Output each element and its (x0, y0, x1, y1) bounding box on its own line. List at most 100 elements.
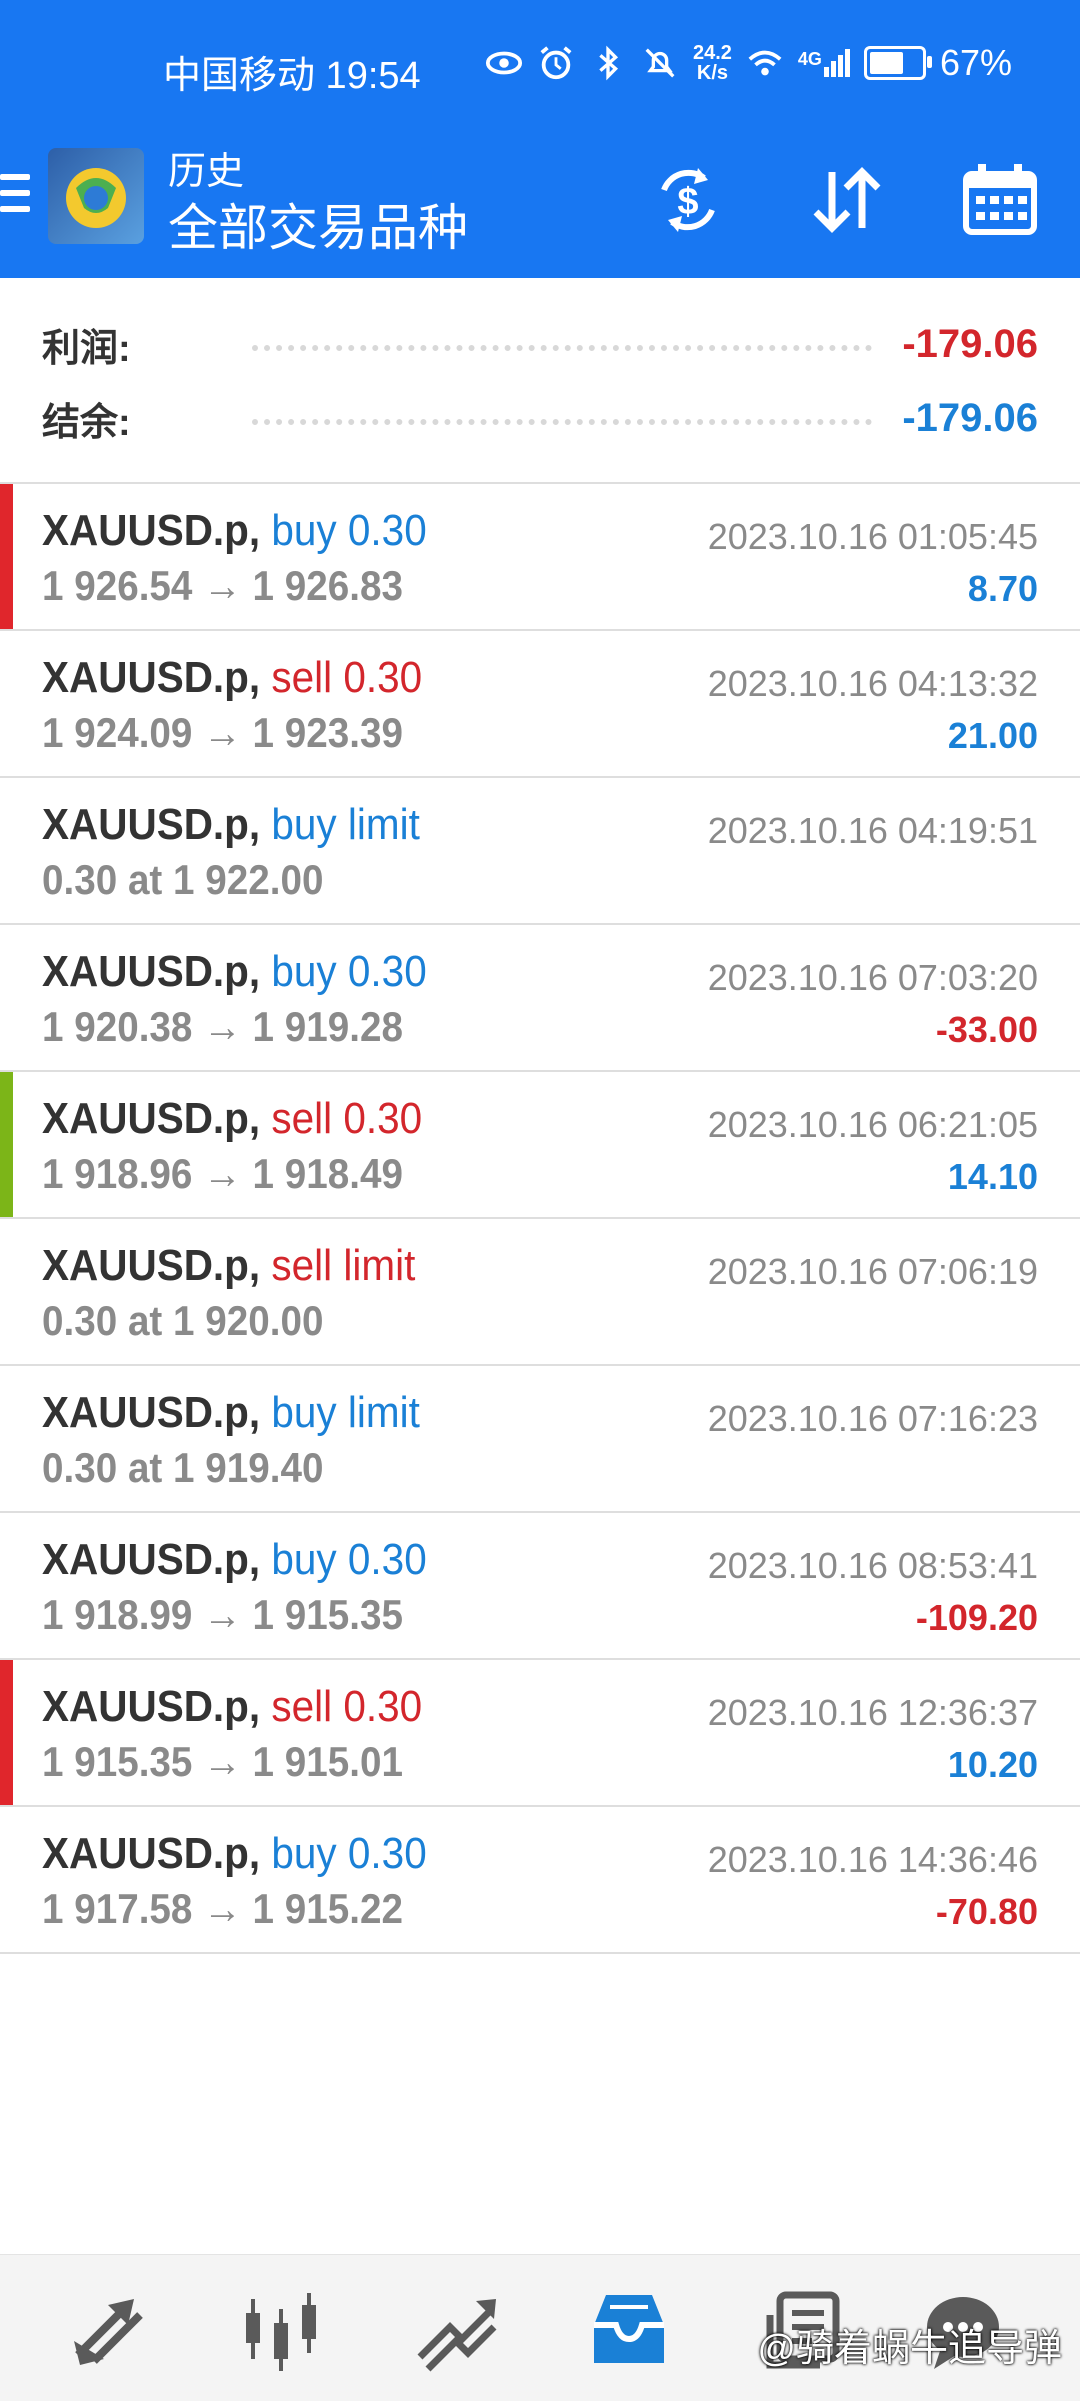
svg-text:$: $ (677, 181, 698, 223)
wifi-icon (748, 50, 782, 76)
balance-label: 结余: (42, 401, 131, 444)
deal-type: buy limit (271, 800, 420, 849)
history-icon[interactable] (584, 2285, 674, 2375)
deal-symbol: XAUUSD.p, (42, 1682, 261, 1731)
currency-swap-icon[interactable]: $ (648, 160, 728, 240)
deal-title: XAUUSD.p, sell 0.30 (42, 1682, 422, 1732)
alarm-icon (540, 46, 572, 80)
deal-time: 2023.10.16 07:03:20 (707, 957, 1038, 998)
deal-title: XAUUSD.p, buy limit (42, 800, 420, 850)
deal-time: 2023.10.16 14:36:46 (707, 1839, 1038, 1880)
symbol-filter[interactable]: 全部交易品种 (168, 188, 468, 260)
balance-row: 结余: -179.06 (42, 388, 1038, 448)
row-marker (0, 925, 13, 1070)
deal-time: 2023.10.16 04:19:51 (707, 810, 1038, 851)
net-speed: 24.2 K/s (693, 43, 732, 83)
deal-row[interactable]: XAUUSD.p, sell 0.30 1 915.35 → 1 915.01 … (0, 1660, 1080, 1807)
deal-time: 2023.10.16 07:06:19 (707, 1251, 1038, 1292)
battery-percent: 67% (939, 42, 1012, 83)
deal-time: 2023.10.16 01:05:45 (707, 516, 1038, 557)
deal-prices: 1 918.96 → 1 918.49 (42, 1150, 403, 1197)
deal-prices: 1 920.38 → 1 919.28 (42, 1003, 403, 1050)
signal-icon: 4G (798, 49, 850, 77)
deal-profit: 10.20 (947, 1744, 1038, 1785)
page-title: 历史 (168, 151, 245, 193)
deal-row[interactable]: XAUUSD.p, sell 0.30 1 918.96 → 1 918.49 … (0, 1072, 1080, 1219)
deal-time: 2023.10.16 08:53:41 (707, 1545, 1038, 1586)
row-marker (0, 484, 13, 629)
app-logo (48, 148, 144, 244)
status-icons: 24.2 K/s 4G 67% (485, 42, 1012, 84)
deal-profit: 8.70 (967, 568, 1038, 609)
deal-prices: 1 917.58 → 1 915.22 (42, 1885, 403, 1932)
deal-prices: 1 915.35 → 1 915.01 (42, 1738, 403, 1785)
deal-type: sell limit (271, 1241, 416, 1290)
app-bar: 历史 全部交易品种 $ (0, 140, 1080, 278)
deal-row[interactable]: XAUUSD.p, buy 0.30 1 917.58 → 1 915.22 2… (0, 1807, 1080, 1954)
deal-symbol: XAUUSD.p, (42, 1829, 261, 1878)
deal-symbol: XAUUSD.p, (42, 947, 261, 996)
deal-type: buy 0.30 (271, 947, 427, 996)
calendar-icon[interactable] (960, 160, 1040, 240)
deal-row[interactable]: XAUUSD.p, buy 0.30 1 926.54 → 1 926.83 2… (0, 484, 1080, 631)
deal-row[interactable]: XAUUSD.p, buy limit 0.30 at 1 919.40 202… (0, 1366, 1080, 1513)
summary-panel: 利润: -179.06 结余: -179.06 (0, 278, 1080, 484)
deal-row[interactable]: XAUUSD.p, sell limit 0.30 at 1 920.00 20… (0, 1219, 1080, 1366)
deal-symbol: XAUUSD.p, (42, 1388, 261, 1437)
deal-symbol: XAUUSD.p, (42, 1241, 261, 1290)
dot-leader (252, 345, 873, 351)
deal-prices: 1 924.09 → 1 923.39 (42, 709, 403, 756)
deal-symbol: XAUUSD.p, (42, 653, 261, 702)
profit-label: 利润: (42, 327, 131, 370)
eye-icon (485, 51, 523, 75)
deal-row[interactable]: XAUUSD.p, sell 0.30 1 924.09 → 1 923.39 … (0, 631, 1080, 778)
deal-title: XAUUSD.p, buy 0.30 (42, 947, 427, 997)
deal-type: buy 0.30 (271, 506, 427, 555)
deal-profit: -33.00 (935, 1009, 1038, 1050)
deal-symbol: XAUUSD.p, (42, 1535, 261, 1584)
deal-title: XAUUSD.p, buy 0.30 (42, 506, 427, 556)
row-marker (0, 778, 13, 923)
trade-icon[interactable] (410, 2285, 500, 2375)
row-marker (0, 1072, 13, 1217)
carrier-time: 中国移动 19:54 (163, 55, 421, 97)
deal-symbol: XAUUSD.p, (42, 1094, 261, 1143)
menu-icon[interactable] (0, 174, 30, 224)
deal-prices: 1 926.54 → 1 926.83 (42, 562, 403, 609)
deal-time: 2023.10.16 04:13:32 (707, 663, 1038, 704)
deal-prices: 0.30 at 1 922.00 (42, 856, 324, 903)
row-marker (0, 1513, 13, 1658)
bottom-nav: @骑着蜗牛追导弹 (0, 2254, 1080, 2401)
dot-leader (252, 419, 873, 425)
deal-title: XAUUSD.p, buy 0.30 (42, 1535, 427, 1585)
sort-icon[interactable] (806, 160, 886, 240)
deal-time: 2023.10.16 12:36:37 (707, 1692, 1038, 1733)
chart-icon[interactable] (236, 2285, 326, 2375)
deal-time: 2023.10.16 06:21:05 (707, 1104, 1038, 1145)
deal-row[interactable]: XAUUSD.p, buy limit 0.30 at 1 922.00 202… (0, 778, 1080, 925)
row-marker (0, 1366, 13, 1511)
battery-level (869, 52, 904, 74)
network-label: 4G (797, 49, 822, 69)
deal-type: sell 0.30 (271, 653, 423, 702)
deal-title: XAUUSD.p, sell limit (42, 1241, 415, 1291)
deal-profit: -70.80 (935, 1891, 1038, 1932)
deal-prices: 0.30 at 1 919.40 (42, 1444, 324, 1491)
battery-icon (863, 46, 932, 80)
quotes-icon[interactable] (64, 2285, 154, 2375)
watermark: @骑着蜗牛追导弹 (757, 2328, 1062, 2370)
deal-prices: 1 918.99 → 1 915.35 (42, 1591, 403, 1638)
deal-profit: 21.00 (947, 715, 1038, 756)
deal-row[interactable]: XAUUSD.p, buy 0.30 1 918.99 → 1 915.35 2… (0, 1513, 1080, 1660)
deal-symbol: XAUUSD.p, (42, 506, 261, 555)
bluetooth-icon (599, 45, 619, 81)
net-speed-value: 24.2 (692, 42, 732, 64)
profit-value: -179.06 (902, 321, 1038, 366)
row-marker (0, 1807, 13, 1952)
app-header: 中国移动 19:54 24.2 K/s 4G 67% 历史 全部交易品种 $ (0, 0, 1080, 278)
deal-type: buy limit (271, 1388, 420, 1437)
deal-time: 2023.10.16 07:16:23 (707, 1398, 1038, 1439)
deal-row[interactable]: XAUUSD.p, buy 0.30 1 920.38 → 1 919.28 2… (0, 925, 1080, 1072)
deal-list: XAUUSD.p, buy 0.30 1 926.54 → 1 926.83 2… (0, 484, 1080, 1954)
profit-row: 利润: -179.06 (42, 314, 1038, 374)
